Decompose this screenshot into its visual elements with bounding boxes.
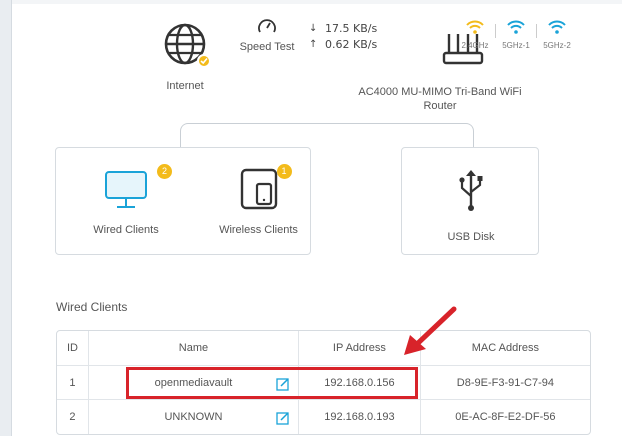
wireless-clients-button[interactable]: 1 Wireless Clients: [211, 164, 306, 236]
speedometer-icon: [258, 19, 276, 33]
clients-card: 2 Wired Clients 1 Wireless Clients: [55, 147, 311, 255]
wifi-5g1-icon: [507, 20, 525, 34]
cell-id: 2: [57, 400, 89, 434]
globe-icon: [163, 22, 211, 68]
wired-clients-button[interactable]: 2 Wired Clients: [86, 164, 172, 236]
band-5g1-label: 5GHz-1: [502, 41, 530, 50]
usb-disk-label: USB Disk: [447, 231, 495, 243]
cell-mac: 0E-AC-8F-E2-DF-56: [455, 411, 556, 423]
speed-test-button[interactable]: Speed Test: [237, 17, 297, 53]
internet-label: Internet: [166, 80, 204, 92]
wired-clients-label: Wired Clients: [93, 224, 159, 236]
top-divider: [12, 0, 622, 4]
edit-icon[interactable]: [276, 411, 290, 425]
wired-count-badge: 2: [157, 164, 172, 179]
connected-check-icon: [197, 54, 211, 68]
client-name: UNKNOWN: [164, 411, 223, 423]
band-2g-label: 2.4GHz: [461, 41, 489, 50]
internet-node[interactable]: Internet: [150, 22, 220, 92]
upload-arrow-icon: ↑: [309, 39, 318, 50]
section-title: Wired Clients: [56, 300, 128, 314]
download-arrow-icon: ↓: [309, 23, 318, 34]
band-5g-1[interactable]: 5GHz-1: [496, 20, 536, 50]
cell-mac: D8-9E-F3-91-C7-94: [420, 366, 590, 400]
tablet-phone-icon: [240, 168, 277, 210]
usb-card[interactable]: USB Disk: [401, 147, 539, 255]
usb-icon: [459, 170, 483, 211]
wifi-2g-icon: [466, 20, 484, 34]
col-header-name: Name: [88, 331, 300, 366]
highlight-annotation-box: [126, 367, 418, 399]
col-header-id: ID: [57, 331, 89, 366]
window-left-border: [0, 0, 12, 436]
topology-connector: [180, 123, 474, 149]
cell-id: 1: [57, 366, 89, 400]
router-model-name: AC4000 MU-MIMO Tri-Band WiFi Router: [358, 86, 522, 112]
band-2g[interactable]: 2.4GHz: [455, 20, 495, 50]
cell-ip: 192.168.0.193: [299, 400, 421, 434]
wireless-clients-label: Wireless Clients: [219, 224, 298, 236]
cell-name: UNKNOWN: [89, 400, 300, 434]
wifi-5g2-icon: [548, 20, 566, 34]
speed-test-label: Speed Test: [239, 41, 295, 53]
annotation-arrow-icon: [404, 306, 457, 355]
wireless-count-badge: 1: [276, 164, 292, 179]
table-row: 2 UNKNOWN 192.168.0.193 0E-AC-8F-E2-DF-5…: [57, 400, 590, 434]
wifi-bands: 2.4GHz 5GHz-1 5GHz-2: [455, 20, 577, 50]
band-5g2-label: 5GHz-2: [543, 41, 571, 50]
table-header-row: ID Name IP Address MAC Address: [57, 331, 590, 366]
band-5g-2[interactable]: 5GHz-2: [537, 20, 577, 50]
monitor-icon: [105, 171, 147, 208]
